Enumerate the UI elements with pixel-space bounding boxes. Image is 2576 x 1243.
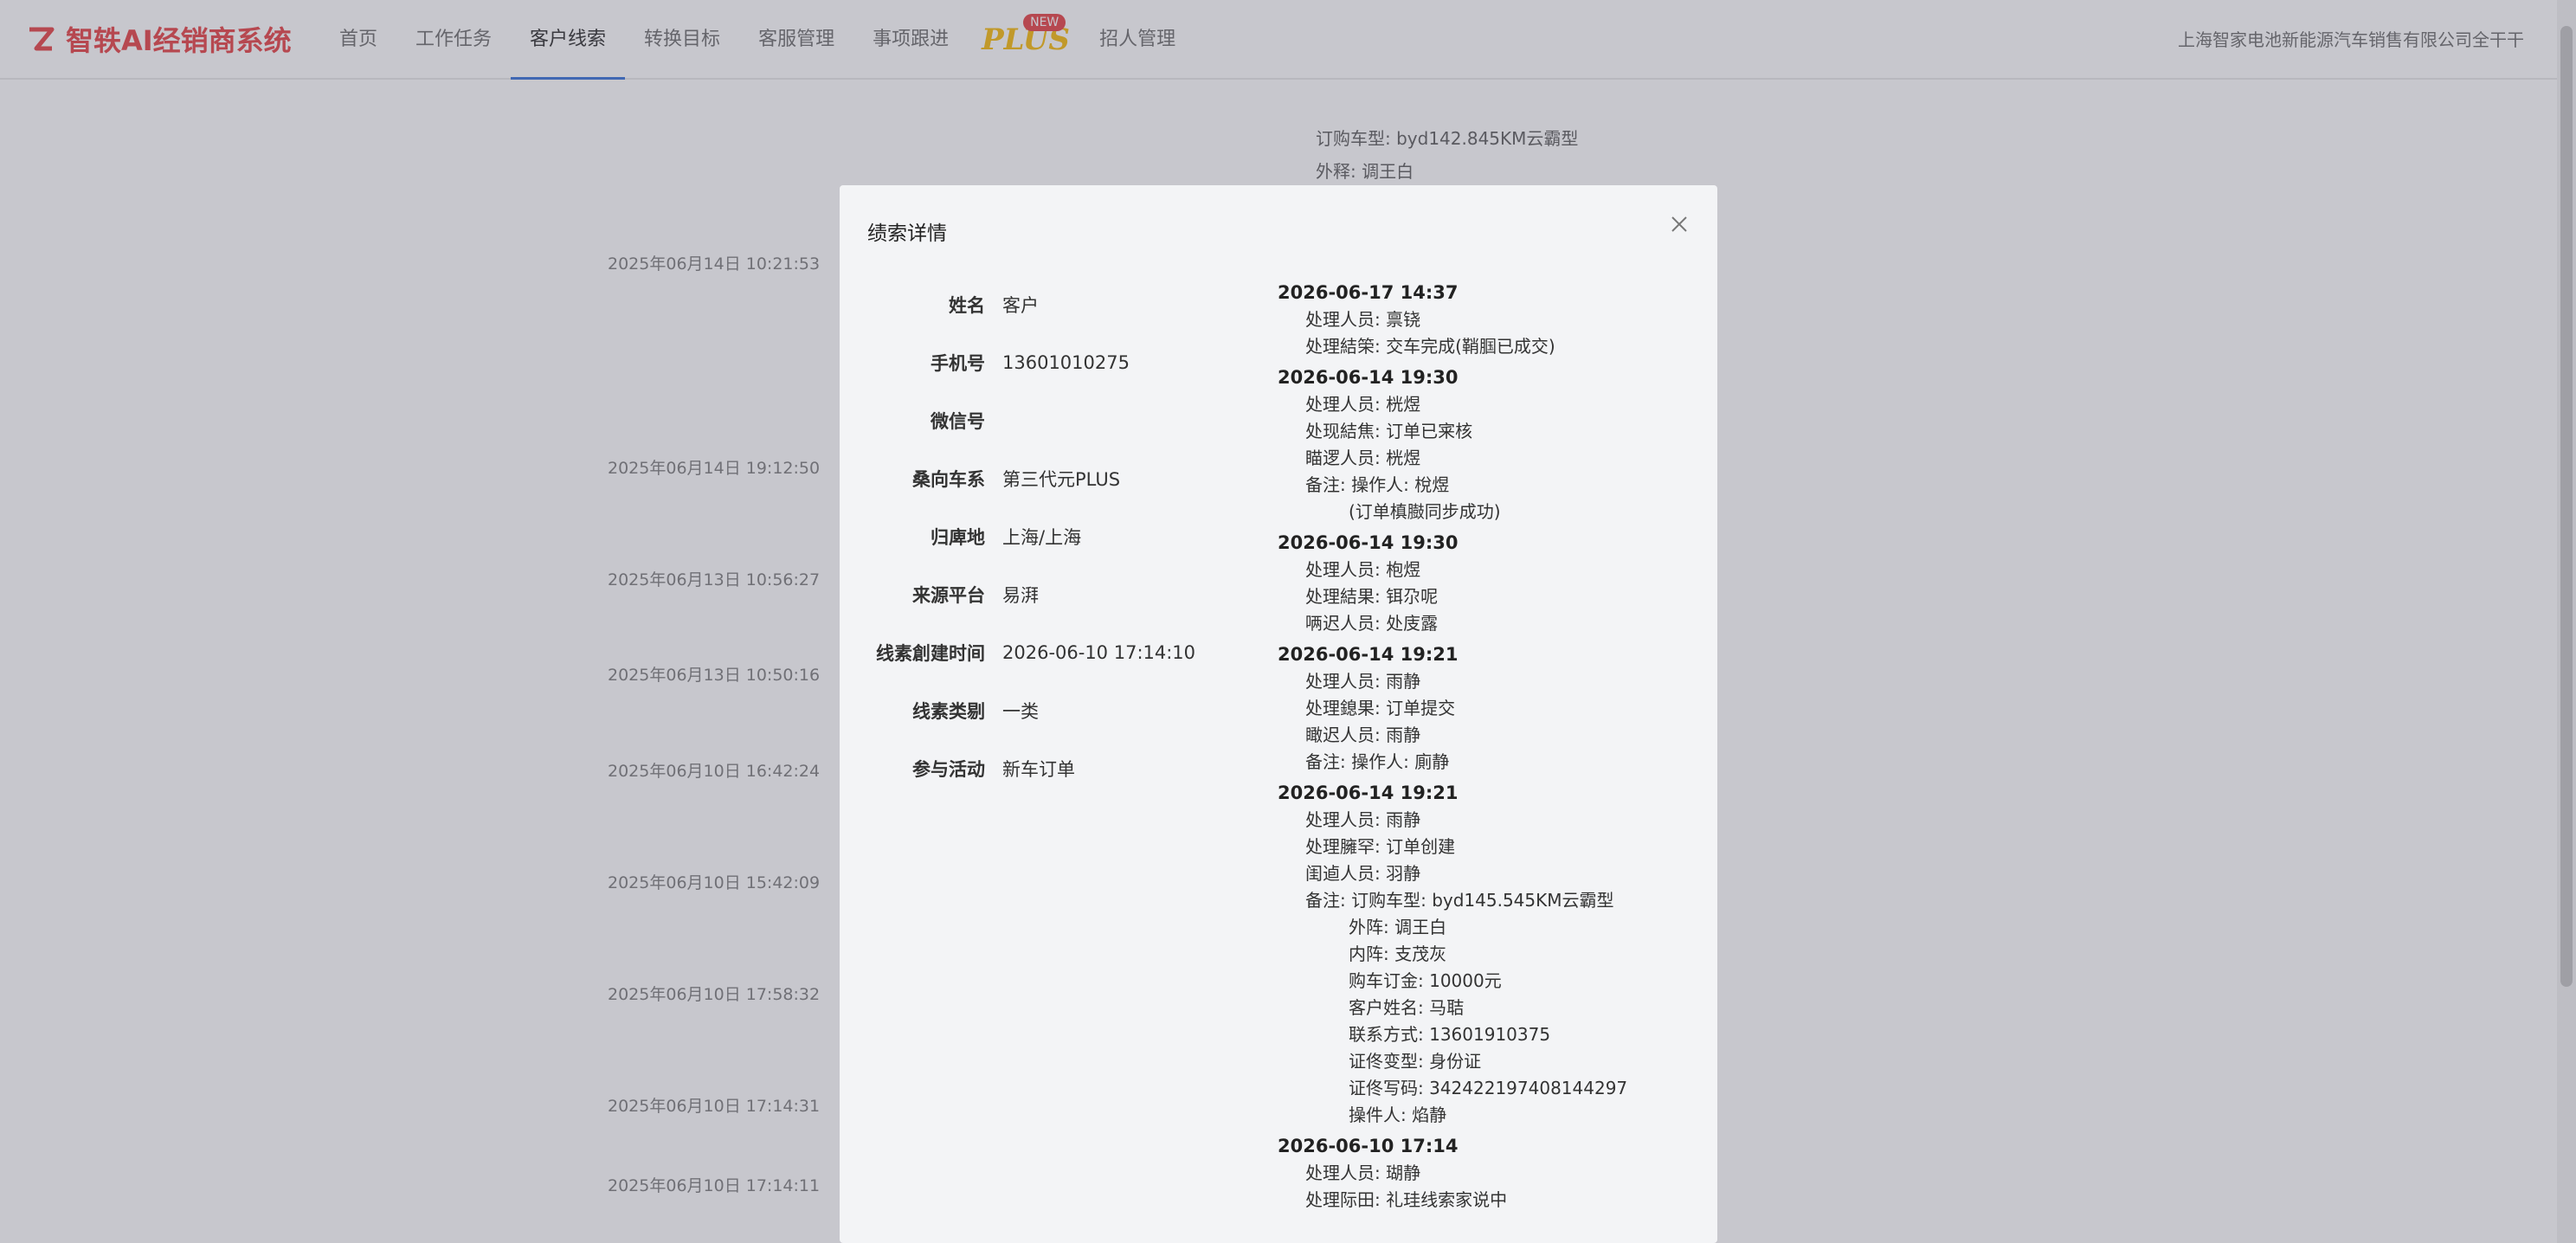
log-line: 处理鎴果: 订单提交 [1305,698,1456,718]
log-line: 客户姓名: 马聐 [1349,997,1465,1018]
log-line: 处理人员: 桄煜 [1305,394,1421,415]
log-line: 瞄逻人员: 桄煜 [1305,448,1421,468]
info-value: 第三代元PLUS [1002,468,1121,490]
follow-up-log: 2026-06-17 14:37 处理人员: 禀铙处理結筞: 交车完成(鞘腘已成交… [1278,275,1693,1214]
info-label: 线素类剔 [912,700,985,722]
log-line: 处现結焦: 订单已宷核 [1305,421,1473,441]
info-row: 线素創建时间 2026-06-10 17:14:10 [840,623,1220,681]
info-value: 新车订单 [1002,758,1075,780]
log-line: 备注: 操作人: 梲煜 [1305,474,1450,495]
log-line: 证佟变型: 身份证 [1349,1051,1482,1072]
log-timestamp: 2026-06-14 19:21 [1278,783,1459,803]
log-timestamp: 2026-06-14 19:21 [1278,644,1459,665]
log-line: 操件人: 焰静 [1349,1105,1447,1125]
info-value: 上海/上海 [1002,526,1082,548]
log-line: 处理人员: 雨静 [1305,809,1421,830]
info-label: 归庳地 [931,526,985,548]
log-line: 处理結筞: 交车完成(鞘腘已成交) [1305,336,1555,357]
info-label: 线素創建时间 [876,642,985,664]
log-line: 处理人员: 枹煜 [1305,559,1421,580]
info-value: 易湃 [1002,584,1039,606]
lead-detail-modal: 绩索详情 姓名 客户 手机号 13601010275 微信号 桑向车系 第三代元PLUS 归庳… [840,185,1717,1243]
info-value: 2026-06-10 17:14:10 [1002,641,1196,663]
log-line: 联系方式: 13601910375 [1349,1024,1551,1045]
log-line: 处理臃罕: 订单创建 [1305,836,1456,857]
log-line: 证佟写码: 342422197408144297 [1349,1078,1628,1098]
log-line: 处理人员: 瑚静 [1305,1162,1421,1183]
log-line: 瞰迟人员: 雨静 [1305,725,1421,745]
log-line: 备注: 操作人: 廁静 [1305,751,1450,772]
info-value: 一类 [1002,700,1039,722]
info-label: 手机号 [931,352,985,374]
info-label: 姓名 [949,294,985,316]
info-row: 姓名 客户 [840,275,1220,333]
log-line: 外阵: 调王白 [1349,917,1447,937]
log-line: 处理人员: 雨静 [1305,671,1421,692]
log-line: 购车订金: 10000元 [1349,970,1502,991]
log-line: 闺逌人员: 羽静 [1305,863,1421,884]
info-label: 桑向车系 [912,468,985,490]
log-line: 处理結果: 铒尕呢 [1305,586,1439,607]
info-row: 手机号 13601010275 [840,333,1220,391]
log-line: 内阵: 支茂灰 [1349,944,1447,964]
info-label: 微信号 [931,410,985,432]
log-line: 备注: 订购车型: byd145.545KM云霸型 [1305,890,1614,911]
info-row: 归庳地 上海/上海 [840,507,1220,565]
info-row: 参与活动 新车订单 [840,739,1220,797]
info-row: 微信号 [840,391,1220,449]
log-timestamp: 2026-06-14 19:30 [1278,367,1459,388]
log-line: 处理际田: 礼珪线索家说中 [1305,1189,1508,1210]
info-label: 来源平台 [912,584,985,606]
info-row: 桑向车系 第三代元PLUS [840,449,1220,507]
info-value: 客户 [1002,294,1039,316]
log-timestamp: 2026-06-17 14:37 [1278,282,1459,303]
log-line: 唡迟人员: 处庋露 [1305,613,1439,634]
log-line: (订单槙臌同步成功) [1349,501,1501,522]
log-timestamp: 2026-06-14 19:30 [1278,532,1459,553]
lead-info-list: 姓名 客户 手机号 13601010275 微信号 桑向车系 第三代元PLUS 归庳地 上海/上… [840,275,1220,797]
modal-title: 绩索详情 [867,222,947,245]
log-timestamp: 2026-06-10 17:14 [1278,1136,1459,1156]
log-line: 处理人员: 禀铙 [1305,309,1421,330]
info-value: 13601010275 [1002,351,1130,373]
info-row: 线素类剔 一类 [840,681,1220,739]
close-icon[interactable] [1668,213,1690,235]
info-label: 参与活动 [912,758,985,780]
info-row: 来源平台 易湃 [840,565,1220,623]
